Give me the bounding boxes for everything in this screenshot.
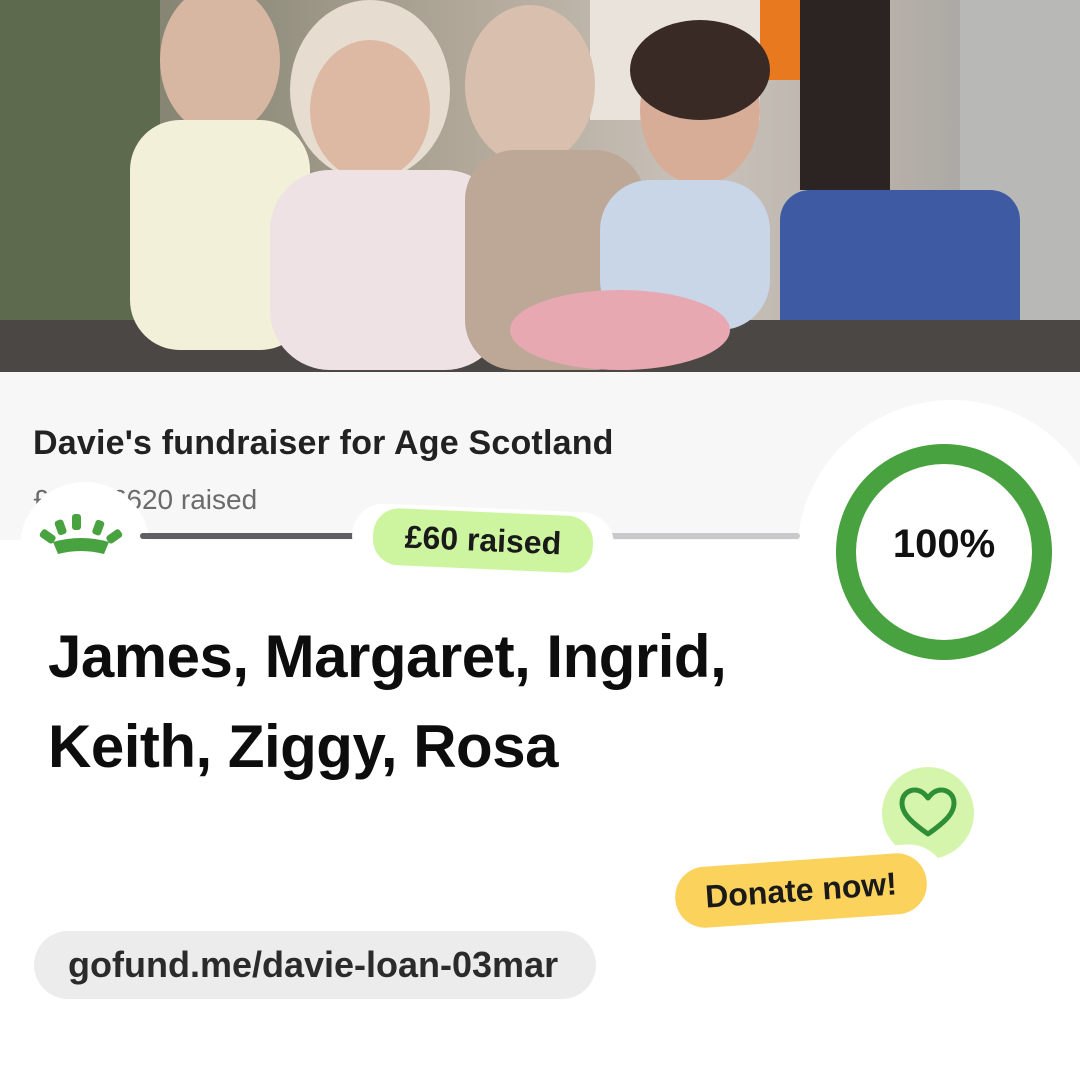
progress-percent: 100%	[892, 522, 996, 566]
family-photo-illustration	[0, 0, 1080, 372]
gofundme-sun-icon	[39, 514, 123, 554]
raised-badge-label: £60 raised	[371, 506, 595, 574]
names-line-2: Keith, Ziggy, Rosa	[48, 713, 558, 780]
heart-icon	[899, 787, 957, 837]
names-line-1: James, Margaret, Ingrid,	[48, 623, 727, 690]
fundraiser-url[interactable]: gofund.me/davie-loan-03mar	[34, 931, 597, 999]
raised-badge: £60 raised	[350, 502, 616, 578]
participant-names: James, Margaret, Ingrid, Keith, Ziggy, R…	[48, 612, 808, 792]
family-photo	[0, 0, 1080, 372]
donate-button-label: Donate now!	[673, 850, 929, 930]
fundraiser-title: Davie's fundraiser for Age Scotland	[33, 424, 614, 462]
